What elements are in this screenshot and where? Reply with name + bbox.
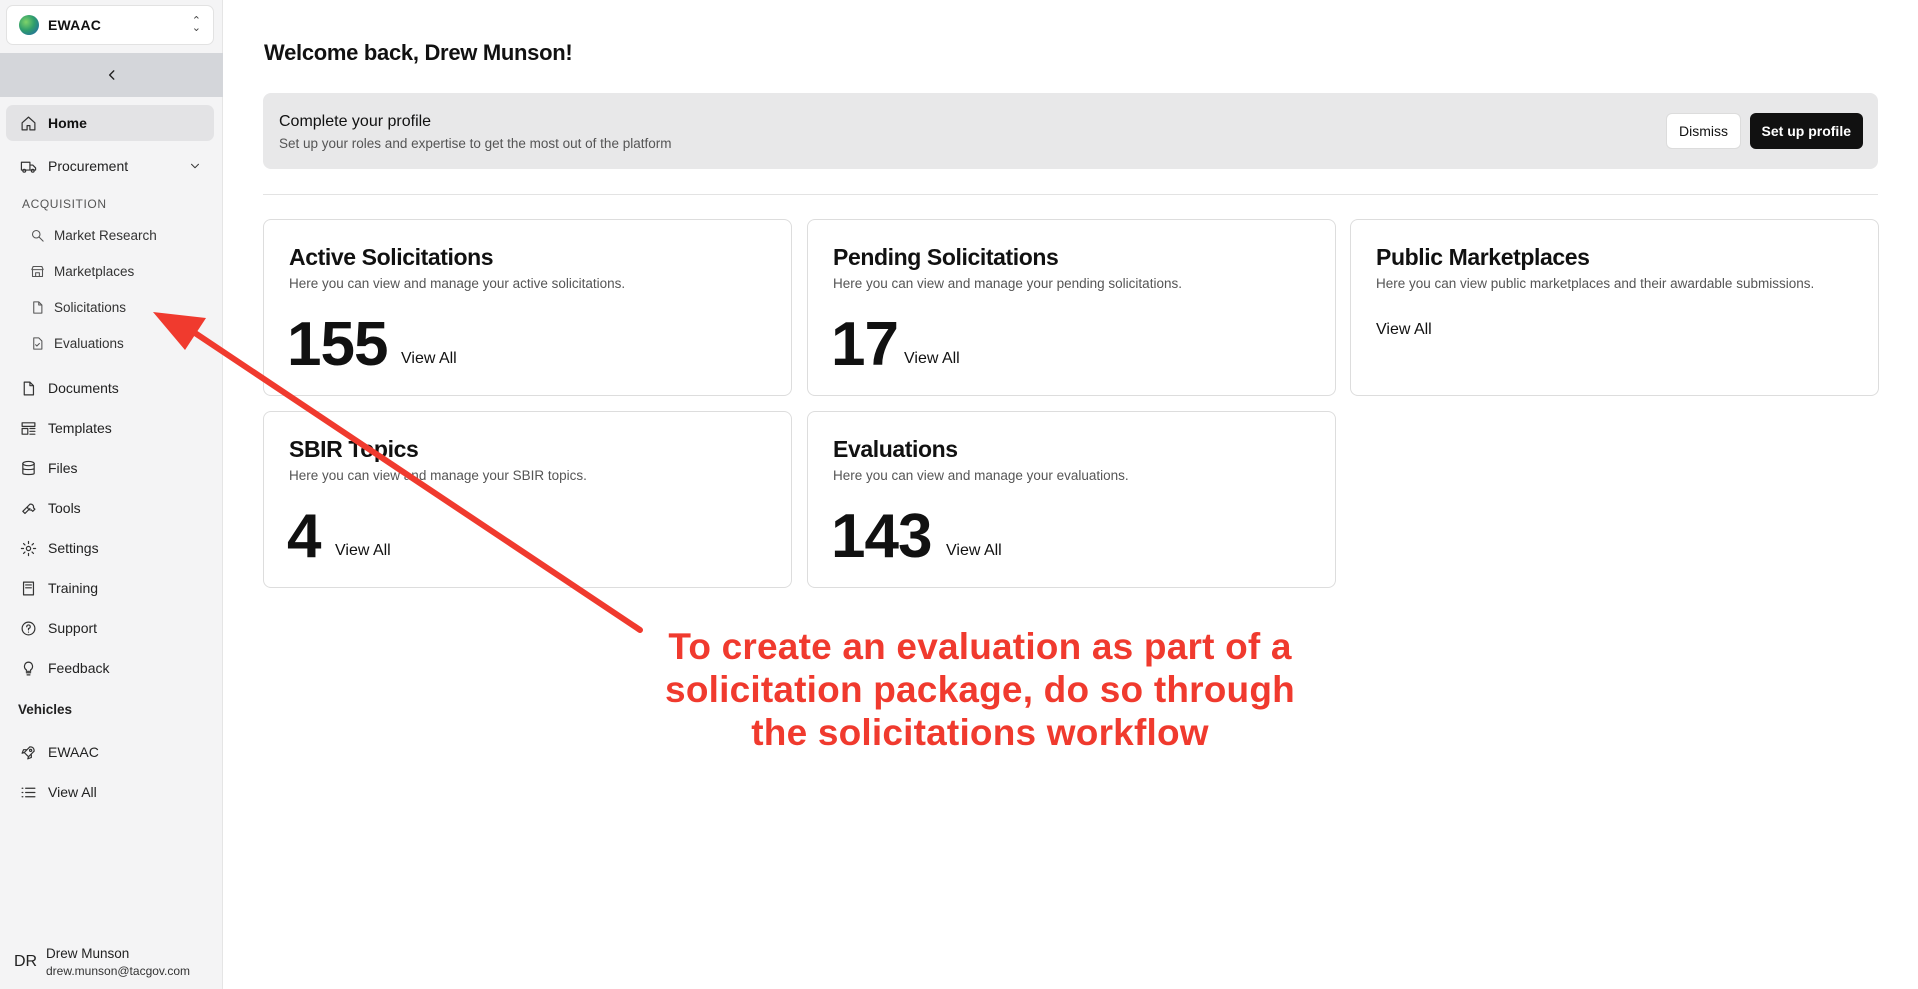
- sidebar-item-support[interactable]: Support: [6, 610, 214, 646]
- sidebar-item-solicitations[interactable]: Solicitations: [22, 292, 212, 322]
- help-circle-icon: [21, 621, 36, 635]
- store-icon: [31, 265, 44, 277]
- annotation-line: solicitation package, do so through: [665, 669, 1295, 710]
- page-title: Welcome back, Drew Munson!: [264, 40, 573, 65]
- view-all-link[interactable]: View All: [946, 542, 1002, 560]
- sidebar-item-label: Home: [48, 115, 87, 131]
- complete-profile-banner: Complete your profile Set up your roles …: [263, 93, 1878, 169]
- card-count: 4: [287, 502, 321, 571]
- sidebar-item-label: Settings: [48, 540, 99, 556]
- sidebar-item-documents[interactable]: Documents: [6, 370, 214, 406]
- card-evaluations: Evaluations Here you can view and manage…: [807, 411, 1336, 588]
- banner-subtitle: Set up your roles and expertise to get t…: [279, 136, 672, 151]
- card-count: 17: [831, 310, 899, 379]
- book-icon: [22, 581, 35, 595]
- chevron-up-down-icon: ⌃ ⌄: [191, 15, 201, 34]
- sidebar-item-view-all-vehicles[interactable]: View All: [6, 774, 214, 810]
- card-active-solicitations: Active Solicitations Here you can view a…: [263, 219, 792, 396]
- file-check-icon: [33, 336, 43, 350]
- user-email: drew.munson@tacgov.com: [46, 964, 191, 978]
- card-title: Pending Solicitations: [833, 244, 1059, 270]
- sidebar-item-label: Procurement: [48, 158, 129, 174]
- sidebar-item-label: Support: [48, 620, 98, 636]
- card-count: 143: [831, 502, 932, 571]
- card-public-marketplaces: Public Marketplaces Here you can view pu…: [1350, 219, 1879, 396]
- card-description: Here you can view and manage your active…: [289, 276, 626, 291]
- user-name: Drew Munson: [46, 946, 130, 961]
- sidebar-item-label: View All: [48, 784, 97, 800]
- sidebar-item-marketplaces[interactable]: Marketplaces: [22, 256, 212, 286]
- card-description: Here you can view and manage your pendin…: [833, 276, 1182, 291]
- sidebar-item-vehicle-ewaac[interactable]: EWAAC: [6, 734, 214, 770]
- gear-icon: [20, 540, 37, 556]
- sidebar-item-templates[interactable]: Templates: [6, 410, 214, 446]
- sidebar-item-label: Solicitations: [54, 299, 127, 315]
- document-icon: [23, 381, 35, 395]
- card-title: SBIR Topics: [289, 436, 419, 462]
- card-title: Active Solicitations: [289, 244, 494, 270]
- sidebar-item-label: Files: [48, 460, 78, 476]
- card-description: Here you can view public marketplaces an…: [1376, 276, 1815, 291]
- annotation-line: the solicitations workflow: [751, 712, 1209, 753]
- wrench-icon: [22, 503, 36, 514]
- chevron-down-icon: [191, 163, 199, 169]
- avatar: DR: [14, 953, 38, 970]
- view-all-link[interactable]: View All: [401, 350, 457, 368]
- sidebar-item-label: Templates: [48, 420, 112, 436]
- annotation-line: To create an evaluation as part of a: [668, 626, 1292, 667]
- dismiss-button[interactable]: Dismiss: [1666, 113, 1741, 149]
- vehicles-section-label: Vehicles: [18, 702, 73, 717]
- sidebar-item-label: Feedback: [48, 660, 110, 676]
- sidebar-item-label: Documents: [48, 380, 119, 396]
- setup-profile-button[interactable]: Set up profile: [1749, 113, 1863, 149]
- home-icon: [21, 116, 36, 130]
- collapse-sidebar-button[interactable]: [0, 53, 223, 97]
- card-pending-solicitations: Pending Solicitations Here you can view …: [807, 219, 1336, 396]
- search-icon: [31, 229, 44, 242]
- sidebar-item-tools[interactable]: Tools: [6, 490, 214, 526]
- banner-title: Complete your profile: [279, 113, 432, 130]
- sidebar-item-label: Training: [48, 580, 99, 596]
- sidebar-item-procurement[interactable]: Procurement: [6, 148, 214, 184]
- card-description: Here you can view and manage your SBIR t…: [289, 468, 587, 483]
- acquisition-section-label: ACQUISITION: [22, 197, 107, 211]
- sidebar-item-evaluations[interactable]: Evaluations: [22, 328, 212, 358]
- user-menu[interactable]: DR Drew Munson drew.munson@tacgov.com: [14, 946, 190, 978]
- database-icon: [22, 460, 35, 475]
- sidebar-item-label: EWAAC: [48, 744, 99, 760]
- sidebar-item-market-research[interactable]: Market Research: [22, 220, 212, 250]
- annotation-text: To create an evaluation as part of a sol…: [620, 625, 1340, 754]
- card-title: Public Marketplaces: [1376, 244, 1590, 270]
- lightbulb-icon: [23, 661, 34, 675]
- card-sbir-topics: SBIR Topics Here you can view and manage…: [263, 411, 792, 588]
- truck-icon: [20, 161, 37, 173]
- org-switcher[interactable]: EWAAC ⌃ ⌄: [6, 5, 214, 45]
- sidebar-item-files[interactable]: Files: [6, 450, 214, 486]
- chevron-left-icon: [108, 70, 114, 80]
- file-icon: [33, 300, 43, 314]
- sidebar-item-label: Marketplaces: [54, 263, 135, 279]
- sidebar-item-feedback[interactable]: Feedback: [6, 650, 214, 686]
- view-all-link[interactable]: View All: [335, 542, 391, 560]
- sidebar-item-label: Tools: [48, 500, 81, 516]
- card-description: Here you can view and manage your evalua…: [833, 468, 1129, 483]
- sidebar: EWAAC ⌃ ⌄ Home Procurement ACQUISITION Ma…: [0, 0, 223, 989]
- card-count: 155: [287, 310, 388, 379]
- list-icon: [21, 787, 36, 797]
- layout-template-icon: [21, 421, 36, 435]
- rocket-icon: [21, 745, 35, 759]
- org-logo-icon: [19, 15, 39, 35]
- org-name: EWAAC: [48, 17, 102, 33]
- sidebar-item-home[interactable]: Home: [6, 105, 214, 141]
- sidebar-item-label: Evaluations: [54, 335, 124, 351]
- card-title: Evaluations: [833, 436, 958, 462]
- view-all-link[interactable]: View All: [1376, 321, 1432, 339]
- view-all-link[interactable]: View All: [904, 350, 960, 368]
- divider: [263, 194, 1878, 195]
- sidebar-item-settings[interactable]: Settings: [6, 530, 214, 566]
- sidebar-item-label: Market Research: [54, 227, 157, 243]
- sidebar-item-training[interactable]: Training: [6, 570, 214, 606]
